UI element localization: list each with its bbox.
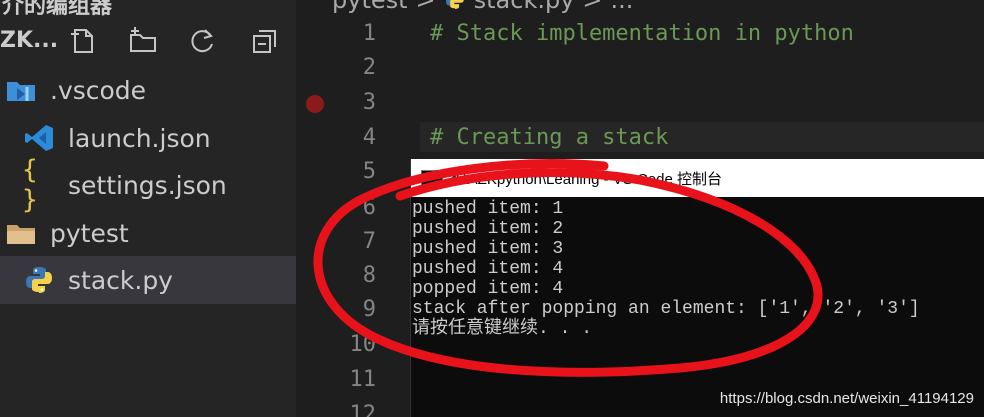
collapse-all-icon[interactable] <box>250 26 280 56</box>
console-output: pushed item: 1 pushed item: 2 pushed ite… <box>412 199 920 339</box>
breadcrumb-separator: > <box>582 0 603 14</box>
python-icon <box>22 263 56 297</box>
console-app-icon <box>421 170 443 186</box>
line-number: 5 <box>362 159 376 184</box>
breadcrumb: pytest > stack.py > ... <box>332 0 633 14</box>
breadcrumb-folder[interactable]: pytest <box>332 0 408 14</box>
python-icon <box>445 0 464 9</box>
line-number: 1 <box>362 21 376 46</box>
new-folder-icon[interactable] <box>128 26 158 56</box>
explorer-toolbar: ZK... <box>0 22 296 62</box>
line-number: 3 <box>362 90 376 115</box>
watermark: https://blog.csdn.net/weixin_41194129 <box>719 390 974 407</box>
console-line: popped item: 4 <box>412 279 564 299</box>
console-line: stack after popping an element: ['1', '2… <box>412 299 920 319</box>
console-line: pushed item: 3 <box>412 239 564 259</box>
code-comment-line: # Creating a stack <box>430 125 669 150</box>
console-line: pushed item: 2 <box>412 219 564 239</box>
vscode-console-window[interactable]: d:\AZKpython\Leaning - VS Code 控制台 pushe… <box>410 159 984 417</box>
tree-item-label: .vscode <box>50 75 147 105</box>
tree-item-vscode-folder[interactable]: .vscode <box>0 66 296 114</box>
tree-item-stack-py[interactable]: stack.py <box>0 256 296 304</box>
line-number: 7 <box>362 229 376 254</box>
line-number: 9 <box>362 297 376 322</box>
code-comment-line: # Stack implementation in python <box>430 21 854 46</box>
line-number: 8 <box>362 263 376 288</box>
breadcrumb-separator: > <box>415 0 436 14</box>
new-file-icon[interactable] <box>68 26 98 56</box>
tree-item-settings-json[interactable]: { } settings.json <box>0 155 296 215</box>
console-title-bar[interactable]: d:\AZKpython\Leaning - VS Code 控制台 <box>411 159 984 197</box>
line-number: 11 <box>349 367 377 392</box>
folder-icon <box>4 216 38 250</box>
console-line: 请按任意键继续. . . <box>412 319 593 339</box>
breadcrumb-more[interactable]: ... <box>611 0 634 14</box>
explorer-sidebar: 介的编组器 ZK... .vscode launch.json { } sett… <box>0 0 296 417</box>
vscode-logo-icon <box>22 121 56 155</box>
line-number: 10 <box>349 332 377 357</box>
vscode-folder-icon <box>4 73 38 107</box>
tree-item-label: pytest <box>50 218 129 248</box>
console-line: pushed item: 4 <box>412 259 564 279</box>
tree-item-label: stack.py <box>68 265 173 295</box>
tree-item-label: settings.json <box>68 170 227 200</box>
console-title: d:\AZKpython\Leaning - VS Code 控制台 <box>451 170 722 188</box>
line-number: 12 <box>349 402 377 417</box>
workspace-name[interactable]: ZK... <box>0 28 58 53</box>
sidebar-title-cut: 介的编组器 <box>2 0 113 19</box>
line-number: 2 <box>362 55 376 80</box>
tree-item-label: launch.json <box>68 123 211 153</box>
refresh-icon[interactable] <box>188 26 218 56</box>
tree-item-pytest-folder[interactable]: pytest <box>0 209 296 257</box>
json-braces-icon: { } <box>22 155 38 215</box>
line-number: 6 <box>362 195 376 220</box>
line-number: 4 <box>362 125 376 150</box>
console-line: pushed item: 1 <box>412 199 564 219</box>
breadcrumb-file[interactable]: stack.py <box>474 0 575 14</box>
